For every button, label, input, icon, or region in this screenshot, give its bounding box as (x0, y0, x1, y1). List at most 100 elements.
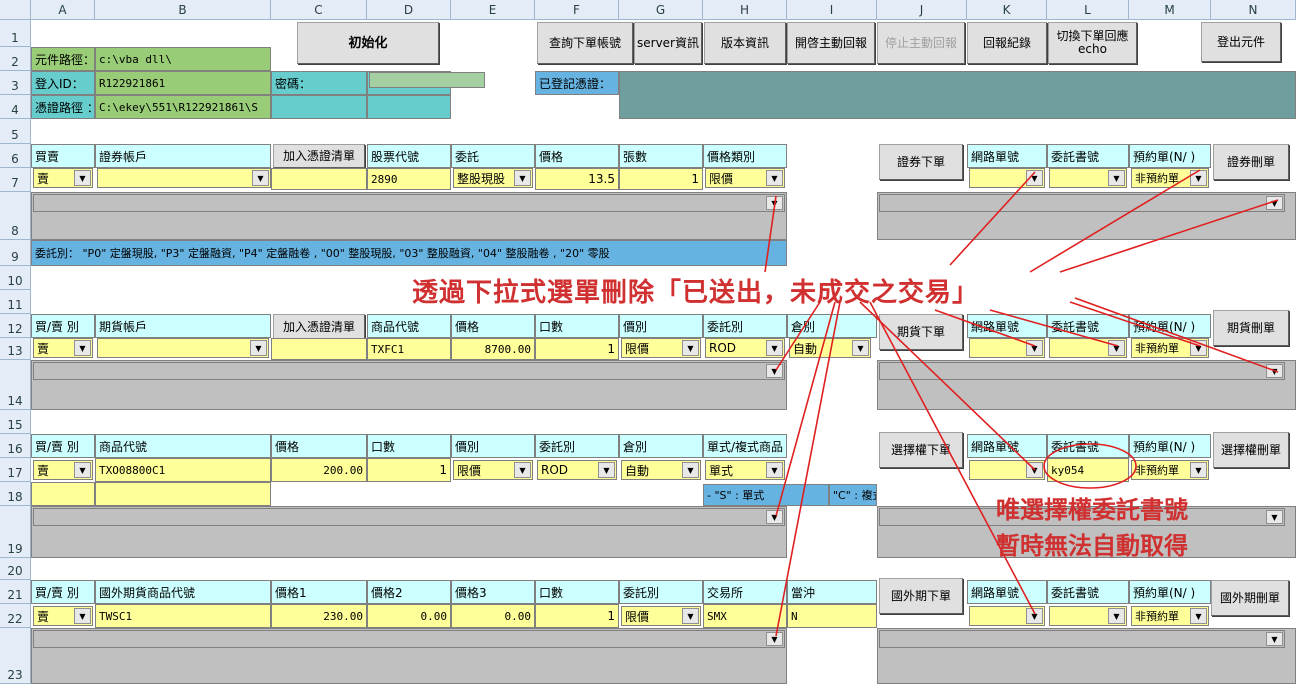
futures-preorder-select[interactable]: 非預約單 ▼ (1131, 338, 1209, 358)
column-header[interactable]: I (787, 0, 877, 20)
password-input[interactable] (369, 72, 485, 88)
row-header[interactable]: 5 (0, 119, 31, 144)
overseas-submit-button[interactable]: 國外期下單 (879, 578, 963, 614)
options-qty-input[interactable]: 1 (367, 458, 451, 482)
row-header[interactable]: 15 (0, 410, 31, 434)
column-header[interactable]: J (877, 0, 967, 20)
stock-qty-input[interactable]: 1 (619, 168, 703, 190)
stock-net-no-select[interactable]: ▼ (969, 168, 1045, 188)
options-side-select[interactable]: 賣 ▼ (33, 460, 93, 480)
row-header[interactable]: 1 (0, 20, 31, 47)
stock-side-select[interactable]: 賣 ▼ (33, 168, 93, 188)
overseas-daytrade-input[interactable]: N (787, 604, 877, 628)
sheet-corner[interactable] (0, 0, 31, 20)
row-header[interactable]: 6 (0, 144, 31, 168)
stock-account-select[interactable]: ▼ (97, 168, 271, 188)
overseas-side-select[interactable]: 賣 ▼ (33, 606, 93, 626)
stock-price-type-select[interactable]: 限價 ▼ (705, 168, 785, 188)
overseas-order-type-select[interactable]: 限價 ▼ (621, 606, 701, 626)
row-header[interactable]: 19 (0, 506, 31, 558)
futures-submit-button[interactable]: 期貨下單 (879, 314, 963, 350)
futures-delete-button[interactable]: 期貨刪單 (1213, 310, 1289, 346)
options-order-book-input[interactable]: ky054 (1047, 458, 1129, 482)
row-header[interactable]: 21 (0, 580, 31, 604)
init-button[interactable]: 初始化 (297, 22, 439, 64)
column-header[interactable]: A (31, 0, 95, 20)
options-position-select[interactable]: 自動 ▼ (621, 460, 701, 480)
dll-path-input[interactable]: c:\vba dll\ (95, 47, 271, 71)
stock-submit-button[interactable]: 證券下單 (879, 144, 963, 180)
column-header[interactable]: N (1211, 0, 1296, 20)
futures-side-select[interactable]: 賣 ▼ (33, 338, 93, 358)
futures-price-input[interactable]: 8700.00 (451, 338, 535, 360)
overseas-price1-input[interactable]: 230.00 (271, 604, 367, 628)
stock-preorder-select[interactable]: 非預約單 ▼ (1131, 168, 1209, 188)
futures-delete-select[interactable]: ▼ (879, 362, 1285, 380)
options-delete-button[interactable]: 選擇權刪單 (1213, 432, 1289, 468)
futures-net-no-select[interactable]: ▼ (969, 338, 1045, 358)
futures-order-type-select[interactable]: ROD ▼ (705, 338, 785, 358)
stock-symbol-input[interactable]: 2890 (367, 168, 451, 190)
login-id-input[interactable]: R122921861 (95, 71, 271, 95)
row-header[interactable]: 10 (0, 266, 31, 290)
row-header[interactable]: 22 (0, 604, 31, 628)
options-extra-cell-a[interactable] (31, 482, 95, 506)
reply-log-button[interactable]: 回報紀錄 (967, 22, 1047, 64)
overseas-exchange-input[interactable]: SMX (703, 604, 787, 628)
column-header[interactable]: E (451, 0, 535, 20)
overseas-symbol-input[interactable]: TWSC1 (95, 604, 271, 628)
options-price-type-select[interactable]: 限價 ▼ (453, 460, 533, 480)
options-extra-cell-b[interactable] (95, 482, 271, 506)
overseas-qty-input[interactable]: 1 (535, 604, 619, 628)
column-header[interactable]: D (367, 0, 451, 20)
server-info-button[interactable]: server資訊 (634, 22, 702, 64)
row-header[interactable]: 12 (0, 314, 31, 338)
options-order-type-select[interactable]: ROD ▼ (537, 460, 617, 480)
futures-price-type-select[interactable]: 限價 ▼ (621, 338, 701, 358)
open-reply-button[interactable]: 開啓主動回報 (787, 22, 875, 64)
version-button[interactable]: 版本資訊 (704, 22, 786, 64)
futures-qty-input[interactable]: 1 (535, 338, 619, 360)
column-header[interactable]: G (619, 0, 703, 20)
row-header[interactable]: 7 (0, 168, 31, 192)
row-header[interactable]: 14 (0, 360, 31, 410)
overseas-net-no-select[interactable]: ▼ (969, 606, 1045, 626)
stop-reply-button[interactable]: 停止主動回報 (877, 22, 965, 64)
futures-position-select[interactable]: 自動 ▼ (789, 338, 871, 358)
column-header[interactable]: M (1129, 0, 1211, 20)
column-header[interactable]: L (1047, 0, 1129, 20)
column-header[interactable]: F (535, 0, 619, 20)
options-preorder-select[interactable]: 非預約單 ▼ (1131, 460, 1209, 480)
options-price-input[interactable]: 200.00 (271, 458, 367, 482)
stock-reply-select[interactable]: ▼ (33, 194, 785, 212)
stock-delete-select[interactable]: ▼ (879, 194, 1285, 212)
row-header[interactable]: 4 (0, 95, 31, 119)
stock-order-book-select[interactable]: ▼ (1049, 168, 1127, 188)
futures-order-book-select[interactable]: ▼ (1049, 338, 1127, 358)
logout-button[interactable]: 登出元件 (1201, 22, 1281, 62)
overseas-delete-button[interactable]: 國外期刪單 (1211, 580, 1289, 616)
row-header[interactable]: 8 (0, 192, 31, 240)
row-header[interactable]: 13 (0, 338, 31, 360)
options-reply-select[interactable]: ▼ (33, 508, 785, 526)
stock-delete-button[interactable]: 證券刪單 (1213, 144, 1289, 180)
options-submit-button[interactable]: 選擇權下單 (879, 432, 963, 468)
overseas-order-book-select[interactable]: ▼ (1049, 606, 1127, 626)
overseas-price2-input[interactable]: 0.00 (367, 604, 451, 628)
futures-reply-select[interactable]: ▼ (33, 362, 785, 380)
row-header[interactable]: 17 (0, 458, 31, 482)
column-header[interactable]: C (271, 0, 367, 20)
column-header[interactable]: B (95, 0, 271, 20)
row-header[interactable]: 23 (0, 628, 31, 684)
overseas-preorder-select[interactable]: 非預約單 ▼ (1131, 606, 1209, 626)
stock-order-type-select[interactable]: 整股現股 ▼ (453, 168, 533, 188)
options-symbol-input[interactable]: TXO08800C1 (95, 458, 271, 482)
options-net-no-select[interactable]: ▼ (969, 460, 1045, 480)
overseas-delete-select[interactable]: ▼ (879, 630, 1285, 648)
futures-add-cert-button[interactable]: 加入憑證清單 (273, 314, 365, 340)
column-header[interactable]: K (967, 0, 1047, 20)
column-header[interactable]: H (703, 0, 787, 20)
overseas-reply-select[interactable]: ▼ (33, 630, 785, 648)
futures-symbol-input[interactable]: TXFC1 (367, 338, 451, 360)
registered-cert-list[interactable] (619, 71, 1296, 119)
